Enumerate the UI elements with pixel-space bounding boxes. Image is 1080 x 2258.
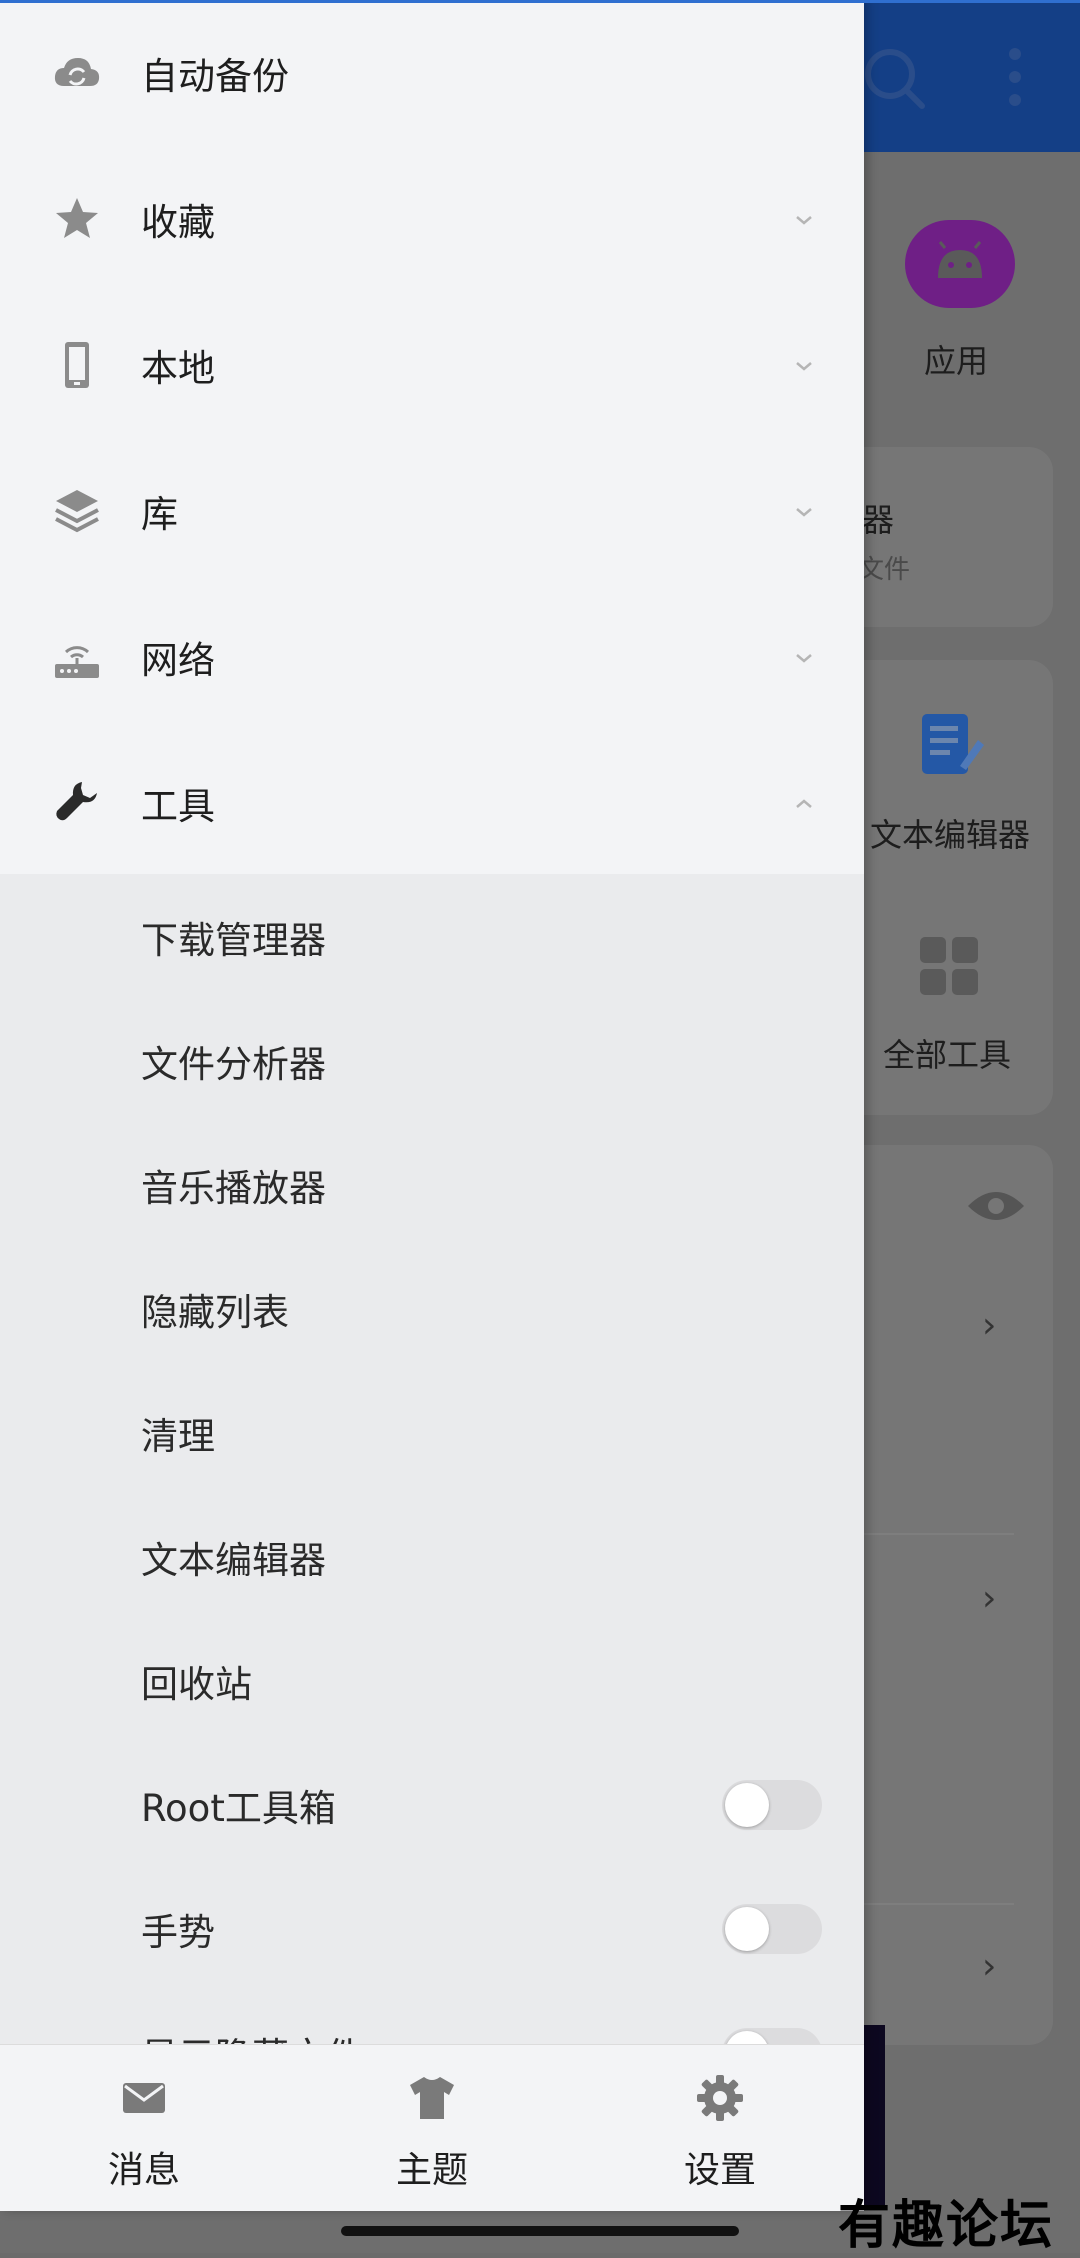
phone-icon: [65, 342, 89, 388]
tools-item-label: 隐藏列表: [141, 1291, 289, 1334]
bottom-tab-theme[interactable]: 主题: [288, 2045, 576, 2211]
row-divider: [864, 1903, 1014, 1905]
tools-submenu: 下载管理器 文件分析器 音乐播放器 隐藏列表 清理 文本编辑器 回收站 Root…: [0, 874, 864, 2044]
drawer-item-network[interactable]: 网络: [0, 584, 864, 730]
eye-icon[interactable]: [966, 1186, 1026, 1226]
mail-icon: [123, 2083, 165, 2113]
drawer-item-auto-backup[interactable]: 自动备份: [0, 0, 864, 146]
chevron-down-icon[interactable]: [792, 354, 816, 378]
drawer-item-label: 本地: [141, 347, 215, 390]
navigation-drawer: 自动备份 收藏 本地 库 网络 工具 下载管理器 文件分析器 音乐播放器 隐藏列…: [0, 0, 864, 2211]
tools-item-label: 显示隐藏文件: [141, 2026, 363, 2044]
root-toolbox-toggle[interactable]: [722, 1780, 822, 1830]
tools-item-recycle-bin[interactable]: 回收站: [0, 1618, 864, 1742]
layers-icon: [55, 490, 99, 533]
drawer-item-library[interactable]: 库: [0, 438, 864, 584]
tools-item-label: 回收站: [141, 1663, 252, 1706]
tool-text-editor-label: 文本编辑器: [870, 816, 1031, 854]
tools-item-label: 手势: [141, 1911, 215, 1954]
all-tools-icon[interactable]: [918, 935, 980, 997]
apps-label: 应用: [924, 342, 989, 380]
gestures-toggle[interactable]: [722, 1904, 822, 1954]
chevron-up-icon[interactable]: [792, 792, 816, 816]
wrench-icon: [56, 782, 97, 821]
search-icon[interactable]: [860, 44, 930, 114]
drawer-item-label: 网络: [141, 639, 215, 682]
gear-icon: [697, 2075, 743, 2121]
storage-card-title: 器: [862, 501, 895, 539]
row-chevron-right[interactable]: ›: [982, 1305, 996, 1346]
drawer-item-label: 工具: [141, 785, 215, 828]
tools-item-music-player[interactable]: 音乐播放器: [0, 1122, 864, 1246]
watermark: 有趣论坛: [838, 2195, 1055, 2256]
drawer-item-label: 自动备份: [141, 55, 289, 98]
router-icon: [55, 646, 99, 678]
toggle-knob: [725, 1907, 769, 1951]
row-chevron-right[interactable]: ›: [982, 1946, 996, 1987]
tools-item-gestures[interactable]: 手势: [0, 1866, 864, 1990]
tool-all-label: 全部工具: [883, 1036, 1012, 1074]
tools-item-label: 文本编辑器: [141, 1539, 326, 1582]
bottom-tab-settings[interactable]: 设置: [576, 2045, 864, 2211]
more-vert-icon[interactable]: [995, 44, 1035, 114]
drawer-item-local[interactable]: 本地: [0, 292, 864, 438]
tools-item-text-editor[interactable]: 文本编辑器: [0, 1494, 864, 1618]
drawer-item-favorites[interactable]: 收藏: [0, 146, 864, 292]
show-hidden-toggle[interactable]: [722, 2028, 822, 2044]
drawer-bottom-bar: 消息 主题 设置: [0, 2044, 864, 2211]
row-divider: [864, 1533, 1014, 1535]
storage-card-subtitle: 文件: [858, 555, 911, 585]
tshirt-icon: [410, 2077, 454, 2119]
tools-item-download-manager[interactable]: 下载管理器: [0, 874, 864, 998]
tools-item-show-hidden-files[interactable]: 显示隐藏文件: [0, 1990, 864, 2044]
tools-item-label: 文件分析器: [141, 1043, 326, 1086]
drawer-item-label: 收藏: [141, 201, 215, 244]
bottom-tab-label: 主题: [395, 2150, 468, 2191]
home-indicator[interactable]: [341, 2226, 739, 2236]
bottom-tab-messages[interactable]: 消息: [0, 2045, 288, 2211]
tools-item-hidden-list[interactable]: 隐藏列表: [0, 1246, 864, 1370]
toggle-knob: [725, 2031, 769, 2044]
android-icon: [938, 241, 982, 278]
drawer-item-label: 库: [141, 493, 178, 536]
chevron-down-icon[interactable]: [792, 208, 816, 232]
toggle-knob: [725, 1783, 769, 1827]
chevron-down-icon[interactable]: [792, 500, 816, 524]
tools-item-label: Root工具箱: [141, 1787, 336, 1830]
tools-item-label: 下载管理器: [141, 919, 326, 962]
row-chevron-right[interactable]: ›: [982, 1578, 996, 1619]
text-editor-icon[interactable]: [916, 710, 988, 782]
tools-item-label: 音乐播放器: [141, 1167, 326, 1210]
drawer-item-tools[interactable]: 工具: [0, 730, 864, 876]
bottom-tab-label: 消息: [107, 2150, 180, 2191]
cloud-sync-icon: [54, 58, 100, 86]
star-icon: [56, 198, 98, 238]
tools-item-root-toolbox[interactable]: Root工具箱: [0, 1742, 864, 1866]
tools-item-label: 清理: [141, 1415, 215, 1458]
apps-shortcut[interactable]: [905, 220, 1015, 308]
tools-item-cleaner[interactable]: 清理: [0, 1370, 864, 1494]
files-card: [840, 1145, 1053, 2045]
bottom-tab-label: 设置: [683, 2150, 756, 2191]
status-accent-line: [0, 0, 1080, 3]
tools-item-file-analyzer[interactable]: 文件分析器: [0, 998, 864, 1122]
chevron-down-icon[interactable]: [792, 646, 816, 670]
